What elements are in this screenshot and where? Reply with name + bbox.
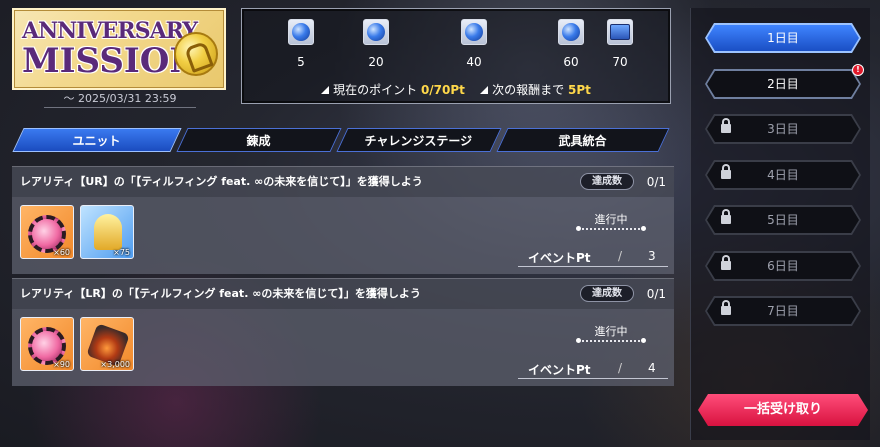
achievement-count: 0/1 [646, 287, 666, 301]
notification-badge: ! [852, 64, 864, 76]
next-reward-label: 次の報酬まで [492, 83, 565, 97]
lock-icon [721, 170, 731, 179]
reward-item[interactable]: ×75 [80, 205, 134, 259]
lock-icon [721, 215, 731, 224]
reward-points: 40 [466, 55, 482, 69]
tab-challenge-stage[interactable]: チャレンジステージ [336, 128, 502, 152]
reward-points: 60 [563, 55, 579, 69]
day-selector-panel: 1日目 2日目 3日目 4日目 5日目 6日目 7日目 [690, 8, 870, 440]
tab-equipment-merge[interactable]: 武具統合 [496, 128, 670, 152]
day-tab-7[interactable]: 7日目 [707, 298, 859, 324]
reward-milestone[interactable]: 40 [459, 19, 489, 69]
mission-row: レアリティ【UR】の「【ティルフィング feat. ∞の未来を信じて】」を獲得し… [12, 166, 674, 274]
item-quantity: ×90 [53, 360, 70, 369]
banner-title-line2: MISSION [22, 41, 201, 81]
achievement-count: 0/1 [646, 175, 666, 189]
reward-points: 70 [612, 55, 628, 69]
reward-milestone[interactable]: 60 [556, 19, 586, 69]
claim-all-button[interactable]: 一括受け取り [698, 394, 868, 426]
day-tab-4[interactable]: 4日目 [707, 162, 859, 188]
current-points-value: 0/70Pt [420, 83, 465, 97]
point-progress-panel: 5 20 40 60 70 現在のポイント 0/70Pt 次の報酬まで 5Pt [241, 8, 671, 104]
item-quantity: ×60 [53, 248, 70, 257]
banner-title-line1: ANNIVERSARY [22, 18, 198, 44]
day-tab-6[interactable]: 6日目 [707, 253, 859, 279]
item-quantity: ×75 [113, 248, 130, 257]
divider-slash: / [618, 249, 623, 263]
achievement-badge: 達成数 [580, 173, 634, 190]
point-status-line: 現在のポイント 0/70Pt 次の報酬まで 5Pt [242, 81, 670, 98]
divider-slash: / [618, 361, 623, 375]
day-tab-5[interactable]: 5日目 [707, 207, 859, 233]
mission-status: 進行中 [594, 325, 628, 338]
event-points-row: イベントPt / 3 [518, 247, 668, 267]
reward-item[interactable]: ×3,000 [80, 317, 134, 371]
blue-orb-icon [292, 23, 310, 41]
tab-unit[interactable]: ユニット [12, 128, 182, 152]
lock-icon [721, 124, 731, 133]
event-points-value: 4 [648, 361, 656, 375]
mission-header: レアリティ【LR】の「【ティルフィング feat. ∞の未来を信じて】」を獲得し… [12, 279, 674, 309]
triangle-icon [321, 86, 330, 94]
event-points-label: イベントPt [528, 363, 591, 377]
mission-status: 進行中 [594, 213, 628, 226]
mission-title: レアリティ【LR】の「【ティルフィング feat. ∞の未来を信じて】」を獲得し… [20, 287, 421, 300]
treasure-chest-icon [610, 24, 630, 40]
item-quantity: ×3,000 [100, 360, 130, 369]
blue-orb-icon [367, 23, 385, 41]
mission-row: レアリティ【LR】の「【ティルフィング feat. ∞の未来を信じて】」を獲得し… [12, 278, 674, 386]
blue-orb-icon [465, 23, 483, 41]
reward-points: 5 [297, 55, 305, 69]
day-tab-2[interactable]: 2日目 [707, 71, 859, 97]
event-points-label: イベントPt [528, 251, 591, 265]
mission-title: レアリティ【UR】の「【ティルフィング feat. ∞の未来を信じて】」を獲得し… [20, 175, 423, 188]
lock-icon [721, 306, 731, 315]
mission-category-tabs: ユニット 錬成 チャレンジステージ 武具統合 [12, 128, 674, 152]
blue-orb-icon [562, 23, 580, 41]
reward-item[interactable]: ×90 [20, 317, 74, 371]
lock-icon [721, 261, 731, 270]
anniversary-mission-banner: ANNIVERSARY MISSION [12, 8, 226, 90]
day-tab-3[interactable]: 3日目 [707, 116, 859, 142]
reward-item[interactable]: ×60 [20, 205, 74, 259]
achievement-badge: 達成数 [580, 285, 634, 302]
current-points-label: 現在のポイント [333, 83, 418, 97]
tab-alchemy[interactable]: 錬成 [176, 128, 342, 152]
triangle-icon [480, 86, 489, 94]
event-points-value: 3 [648, 249, 656, 263]
reward-milestone[interactable]: 70 [605, 19, 635, 69]
mission-header: レアリティ【UR】の「【ティルフィング feat. ∞の未来を信じて】」を獲得し… [12, 167, 674, 197]
reward-points: 20 [368, 55, 384, 69]
next-reward-value: 5Pt [568, 83, 591, 97]
event-points-row: イベントPt / 4 [518, 359, 668, 379]
status-progress-bar [576, 338, 646, 343]
day-tab-1[interactable]: 1日目 [707, 25, 859, 51]
reward-milestone[interactable]: 5 [286, 19, 316, 69]
event-end-date: 〜 2025/03/31 23:59 [44, 92, 196, 108]
gold-coin-icon [174, 32, 218, 76]
reward-milestone[interactable]: 20 [361, 19, 391, 69]
golden-grail-icon [94, 214, 122, 250]
status-progress-bar [576, 226, 646, 231]
banner-title: ANNIVERSARY MISSION [22, 18, 201, 81]
